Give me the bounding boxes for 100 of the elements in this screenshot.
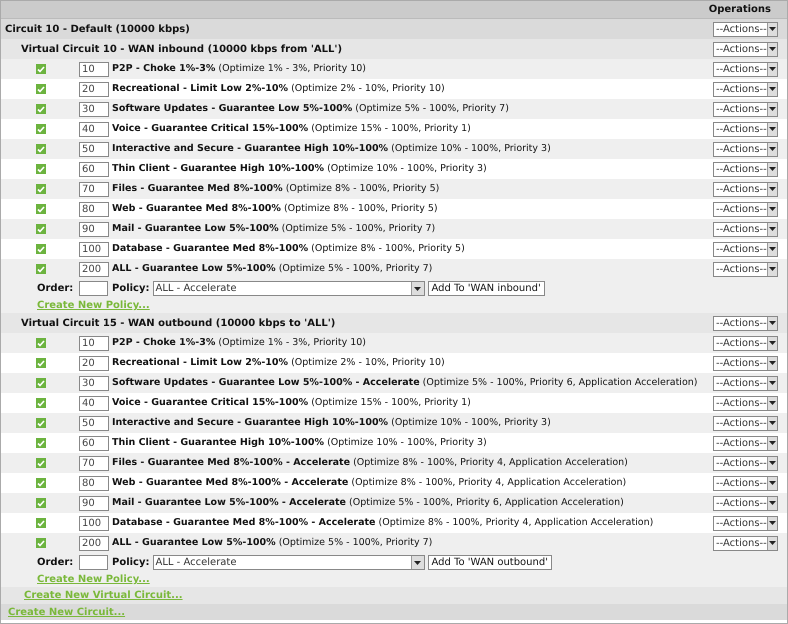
actions-dropdown[interactable]: --Actions-- (713, 22, 778, 36)
checkbox[interactable] (36, 338, 46, 348)
actions-dropdown[interactable]: --Actions-- (713, 82, 778, 96)
caret-icon (766, 62, 777, 76)
actions-dropdown[interactable]: --Actions-- (713, 162, 778, 176)
actions-dropdown[interactable]: --Actions-- (713, 356, 778, 370)
checkbox[interactable] (36, 518, 46, 528)
order-field[interactable]: 30 (79, 102, 109, 116)
checkbox[interactable] (36, 144, 46, 154)
policy-description: P2P - Choke 1%-3% (Optimize 1% - 3%, Priority 10) (112, 336, 368, 350)
policy-description: Database - Guarantee Med 8%-100% (Optimize 8% - 100%, Priority 5) (112, 242, 466, 256)
actions-dropdown[interactable]: --Actions-- (713, 222, 778, 236)
order-field[interactable]: 80 (79, 202, 109, 216)
column-heading: Operations (708, 3, 771, 17)
order-field[interactable]: 30 (79, 376, 109, 390)
order-label: Order: (36, 282, 74, 296)
checkbox[interactable] (36, 244, 46, 254)
actions-dropdown[interactable]: --Actions-- (713, 396, 778, 410)
actions-dropdown[interactable]: --Actions-- (713, 242, 778, 256)
order-input[interactable] (79, 281, 108, 296)
actions-dropdown[interactable]: --Actions-- (713, 376, 778, 390)
actions-dropdown[interactable]: --Actions-- (713, 336, 778, 350)
actions-dropdown[interactable]: --Actions-- (713, 142, 778, 156)
order-field[interactable]: 70 (79, 456, 109, 470)
actions-dropdown[interactable]: --Actions-- (713, 436, 778, 450)
actions-dropdown[interactable]: --Actions-- (713, 456, 778, 470)
order-field[interactable]: 20 (79, 82, 109, 96)
order-field[interactable]: 100 (79, 242, 109, 256)
order-field[interactable]: 50 (79, 142, 109, 156)
order-field[interactable]: 70 (79, 182, 109, 196)
actions-dropdown[interactable]: --Actions-- (713, 496, 778, 510)
order-field[interactable]: 20 (79, 356, 109, 370)
policy-description: Mail - Guarantee Low 5%-100% - Accelerate (Optimize 5% - 100%, Priority 6, Application Acceleration) (112, 496, 625, 510)
caret-icon (766, 142, 777, 156)
policy-description: Web - Guarantee Med 8%-100% - Accelerate (Optimize 8% - 100%, Priority 4, Application Acceleration) (112, 476, 628, 490)
actions-dropdown[interactable]: --Actions-- (713, 316, 778, 330)
actions-dropdown[interactable]: --Actions-- (713, 516, 778, 530)
policy-dropdown[interactable]: ALL - Accelerate (152, 281, 424, 296)
order-field[interactable]: 60 (79, 162, 109, 176)
actions-dropdown[interactable]: --Actions-- (713, 536, 778, 550)
checkbox[interactable] (36, 478, 46, 488)
order-input[interactable] (79, 555, 108, 570)
checkbox[interactable] (36, 164, 46, 174)
actions-dropdown[interactable]: --Actions-- (713, 262, 778, 276)
actions-dropdown[interactable]: --Actions-- (713, 416, 778, 430)
order-field[interactable]: 100 (79, 516, 109, 530)
checkbox[interactable] (36, 358, 46, 368)
virtual-circuit-title: Virtual Circuit 15 - WAN outbound (10000 kbps to 'ALL') (21, 316, 336, 330)
order-field[interactable]: 80 (79, 476, 109, 490)
caret-icon (766, 42, 777, 56)
order-field[interactable]: 50 (79, 416, 109, 430)
policy-description: ALL - Guarantee Low 5%-100% (Optimize 5% - 100%, Priority 7) (112, 536, 434, 550)
checkbox[interactable] (36, 204, 46, 214)
caret-icon (766, 242, 777, 256)
checkbox[interactable] (36, 184, 46, 194)
policy-dropdown[interactable]: ALL - Accelerate (152, 555, 424, 570)
policy-description: Thin Client - Guarantee High 10%-100% (Optimize 10% - 100%, Priority 3) (112, 162, 488, 176)
caret-icon (766, 416, 777, 430)
caret-icon (766, 222, 777, 236)
checkbox[interactable] (36, 538, 46, 548)
caret-icon (766, 396, 777, 410)
checkbox[interactable] (36, 104, 46, 114)
caret-icon (766, 456, 777, 470)
policy-description: P2P - Choke 1%-3% (Optimize 1% - 3%, Priority 10) (112, 62, 368, 76)
actions-dropdown[interactable]: --Actions-- (713, 62, 778, 76)
actions-dropdown[interactable]: --Actions-- (713, 122, 778, 136)
order-field[interactable]: 200 (79, 536, 109, 550)
order-field[interactable]: 200 (79, 262, 109, 276)
checkbox[interactable] (36, 84, 46, 94)
order-field[interactable]: 10 (79, 62, 109, 76)
checkbox[interactable] (36, 224, 46, 234)
checkbox[interactable] (36, 378, 46, 388)
policy-description: Voice - Guarantee Critical 15%-100% (Optimize 15% - 100%, Priority 1) (112, 122, 472, 136)
caret-icon (766, 162, 777, 176)
checkbox[interactable] (36, 264, 46, 274)
actions-dropdown[interactable]: --Actions-- (713, 42, 778, 56)
order-field[interactable]: 10 (79, 336, 109, 350)
actions-dropdown[interactable]: --Actions-- (713, 182, 778, 196)
policy-description: Web - Guarantee Med 8%-100% (Optimize 8% - 100%, Priority 5) (112, 202, 439, 216)
checkbox[interactable] (36, 398, 46, 408)
checkbox[interactable] (36, 498, 46, 508)
checkbox[interactable] (36, 438, 46, 448)
checkbox[interactable] (36, 458, 46, 468)
caret-icon (766, 376, 777, 390)
policy-description: Voice - Guarantee Critical 15%-100% (Optimize 15% - 100%, Priority 1) (112, 396, 472, 410)
order-field[interactable]: 40 (79, 396, 109, 410)
actions-dropdown[interactable]: --Actions-- (713, 102, 778, 116)
order-field[interactable]: 90 (79, 496, 109, 510)
checkbox[interactable] (36, 64, 46, 74)
actions-dropdown[interactable]: --Actions-- (713, 202, 778, 216)
actions-dropdown[interactable]: --Actions-- (713, 476, 778, 490)
order-field[interactable]: 40 (79, 122, 109, 136)
checkbox[interactable] (36, 124, 46, 134)
order-field[interactable]: 90 (79, 222, 109, 236)
policy-description: Software Updates - Guarantee Low 5%-100% (Optimize 5% - 100%, Priority 7) (112, 102, 510, 116)
add-button[interactable]: Add To 'WAN inbound' (428, 281, 545, 296)
checkbox[interactable] (36, 418, 46, 428)
caret-icon (766, 536, 777, 550)
order-field[interactable]: 60 (79, 436, 109, 450)
add-button[interactable]: Add To 'WAN outbound' (428, 555, 552, 570)
